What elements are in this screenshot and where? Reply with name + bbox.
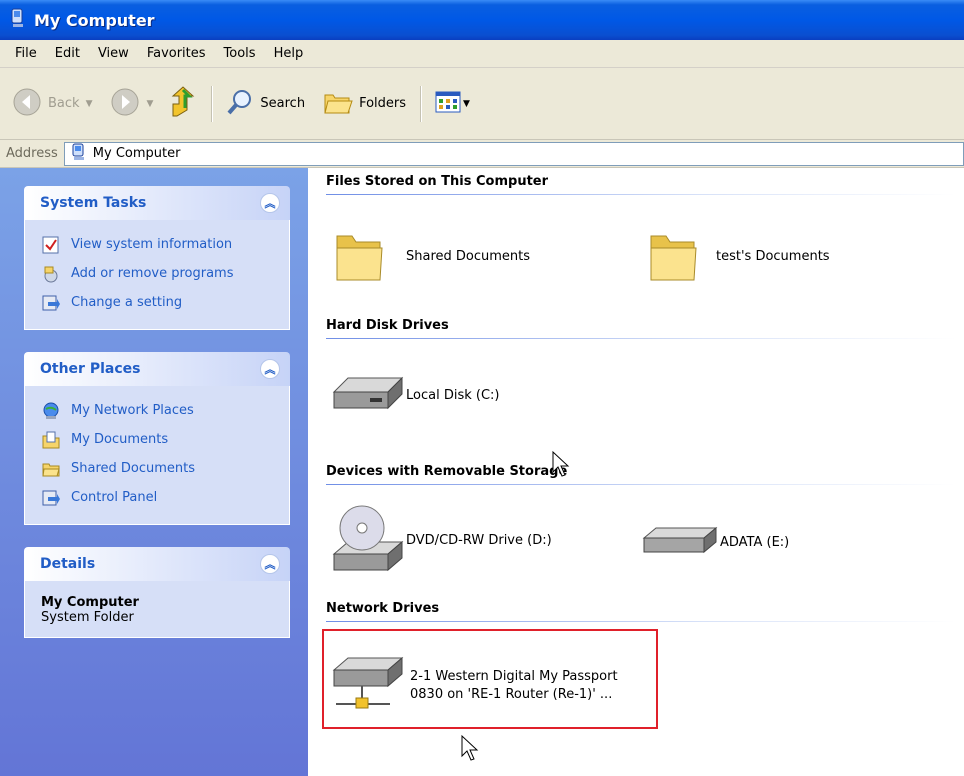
task-view-system-information[interactable]: View system information — [41, 230, 279, 259]
control-panel-icon — [41, 293, 61, 313]
text-select-cursor-icon — [551, 450, 575, 482]
folder-icon — [334, 224, 384, 288]
dropdown-arrow-icon: ▼ — [463, 98, 470, 109]
network-drive-label: 2-1 Western Digital My Passport 0830 on … — [410, 669, 618, 702]
search-button[interactable]: Search — [222, 82, 309, 126]
collapse-chevron-icon[interactable]: ︽ — [260, 359, 280, 379]
title-bar: My Computer — [0, 0, 964, 40]
my-documents-icon — [41, 430, 61, 450]
toolbar: Back ▼ ▼ Search Folders ▼ — [0, 68, 964, 140]
other-places-panel: Other Places ︽ My Network Places My Docu… — [24, 352, 290, 525]
address-input[interactable]: My Computer — [63, 141, 964, 166]
menu-favorites[interactable]: Favorites — [138, 46, 215, 61]
details-type: System Folder — [41, 610, 134, 625]
back-button[interactable]: Back ▼ — [8, 82, 96, 126]
place-shared-documents[interactable]: Shared Documents — [41, 454, 279, 483]
group-header-files: Files Stored on This Computer — [326, 174, 549, 189]
system-tasks-title: System Tasks — [40, 195, 147, 211]
collapse-chevron-icon[interactable]: ︽ — [260, 193, 280, 213]
group-divider — [326, 338, 956, 339]
system-tasks-panel: System Tasks ︽ View system information A… — [24, 186, 290, 330]
content-pane: Files Stored on This Computer Shared Doc… — [308, 168, 964, 776]
address-bar: Address My Computer — [0, 140, 964, 168]
control-panel-icon — [41, 488, 61, 508]
collapse-chevron-icon[interactable]: ︽ — [260, 554, 280, 574]
item-local-disk-c[interactable]: Local Disk (C:) — [330, 368, 499, 422]
menu-file[interactable]: File — [6, 46, 46, 61]
dropdown-arrow-icon: ▼ — [85, 98, 93, 109]
details-title: Details — [40, 556, 96, 572]
menu-view[interactable]: View — [89, 46, 138, 61]
hard-drive-icon — [330, 368, 404, 422]
menu-help[interactable]: Help — [265, 46, 313, 61]
group-divider — [326, 194, 956, 195]
forward-button[interactable]: ▼ — [106, 82, 157, 126]
other-places-title: Other Places — [40, 361, 141, 377]
group-divider — [326, 484, 956, 485]
folders-icon — [323, 89, 353, 119]
details-name: My Computer — [41, 595, 139, 610]
toolbar-separator — [211, 85, 213, 122]
search-label: Search — [260, 96, 306, 111]
removable-drive-icon — [642, 522, 718, 562]
toolbar-separator — [420, 85, 422, 122]
system-tasks-header[interactable]: System Tasks ︽ — [24, 186, 290, 220]
menu-tools[interactable]: Tools — [215, 46, 265, 61]
cd-drive-icon — [330, 498, 404, 582]
menu-bar: File Edit View Favorites Tools Help — [0, 40, 964, 68]
item-shared-documents[interactable]: Shared Documents — [334, 224, 530, 288]
address-value: My Computer — [92, 146, 181, 161]
task-change-setting[interactable]: Change a setting — [41, 288, 279, 317]
back-arrow-icon — [12, 87, 42, 121]
views-button[interactable]: ▼ — [431, 82, 474, 126]
other-places-header[interactable]: Other Places ︽ — [24, 352, 290, 386]
group-header-removable: Devices with Removable Storage — [326, 464, 568, 479]
group-divider — [326, 621, 956, 622]
task-add-remove-programs[interactable]: Add or remove programs — [41, 259, 279, 288]
item-test-documents[interactable]: test's Documents — [648, 224, 830, 288]
search-icon — [226, 88, 254, 120]
folders-label: Folders — [359, 96, 407, 111]
window-title: My Computer — [34, 10, 155, 30]
place-my-documents[interactable]: My Documents — [41, 425, 279, 454]
folders-button[interactable]: Folders — [319, 82, 410, 126]
menu-edit[interactable]: Edit — [46, 46, 89, 61]
place-my-network-places[interactable]: My Network Places — [41, 396, 279, 425]
network-drive-icon — [330, 652, 406, 720]
group-header-hdd: Hard Disk Drives — [326, 318, 449, 333]
computer-icon — [71, 143, 87, 165]
up-folder-button[interactable] — [165, 82, 201, 126]
task-pane: System Tasks ︽ View system information A… — [0, 168, 308, 776]
views-grid-icon — [435, 91, 461, 117]
details-panel: Details ︽ My Computer System Folder — [24, 547, 290, 638]
dropdown-arrow-icon: ▼ — [146, 98, 154, 109]
address-label: Address — [6, 146, 58, 161]
network-places-icon — [41, 401, 61, 421]
item-adata-e[interactable]: ADATA (E:) — [642, 522, 789, 562]
group-header-network: Network Drives — [326, 601, 440, 616]
back-label: Back — [48, 96, 80, 111]
system-info-icon — [41, 235, 61, 255]
forward-arrow-icon — [110, 87, 140, 121]
folder-icon — [648, 224, 698, 288]
shared-folder-icon — [41, 459, 61, 479]
item-network-drive[interactable]: 2-1 Western Digital My Passport 0830 on … — [330, 652, 618, 720]
details-header[interactable]: Details ︽ — [24, 547, 290, 581]
place-control-panel[interactable]: Control Panel — [41, 483, 279, 512]
up-arrow-icon — [169, 85, 197, 122]
computer-icon — [10, 8, 26, 32]
item-dvd-drive-d[interactable]: DVD/CD-RW Drive (D:) — [330, 498, 552, 582]
add-remove-programs-icon — [41, 264, 61, 284]
mouse-pointer-icon — [460, 734, 484, 768]
